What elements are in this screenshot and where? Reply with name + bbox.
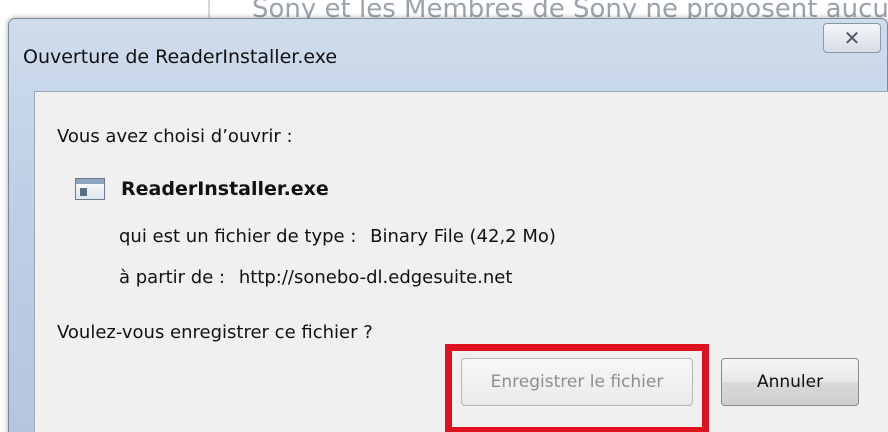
executable-file-icon <box>75 178 105 200</box>
cancel-button[interactable]: Annuler <box>721 358 859 406</box>
file-type-row: qui est un fichier de type : Binary File… <box>119 226 556 247</box>
file-type-value: Binary File (42,2 Mo) <box>370 226 556 247</box>
file-row: ReaderInstaller.exe <box>75 178 329 200</box>
dialog-title: Ouverture de ReaderInstaller.exe <box>23 46 338 68</box>
save-question: Voulez-vous enregistrer ce fichier ? <box>57 322 373 343</box>
intro-text: Vous avez choisi d’ouvrir : <box>57 126 293 147</box>
file-source-label: à partir de : <box>119 267 226 288</box>
dialog-content: Vous avez choisi d’ouvrir : ReaderInstal… <box>34 91 888 432</box>
file-source-row: à partir de : http://sonebo-dl.edgesuite… <box>119 267 512 288</box>
close-icon: ✕ <box>843 26 861 50</box>
file-name: ReaderInstaller.exe <box>121 178 329 200</box>
download-dialog: Ouverture de ReaderInstaller.exe ✕ Vous … <box>8 18 888 432</box>
file-type-label: qui est un fichier de type : <box>119 226 357 247</box>
highlight-box <box>445 344 709 432</box>
close-button[interactable]: ✕ <box>823 23 881 53</box>
cancel-button-label: Annuler <box>756 372 824 392</box>
file-source-value: http://sonebo-dl.edgesuite.net <box>238 267 513 288</box>
